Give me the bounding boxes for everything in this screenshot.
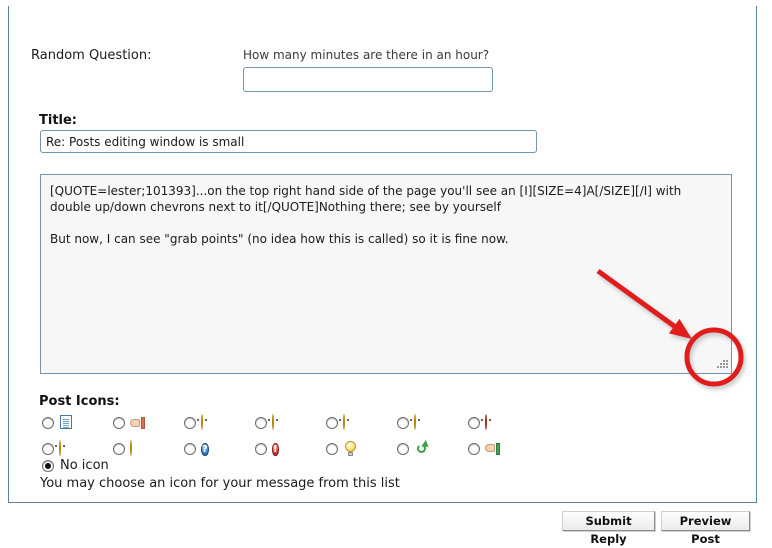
post-icon-option-document[interactable]	[42, 415, 75, 431]
post-icon-option-unsure[interactable]	[397, 415, 430, 431]
document-icon	[59, 415, 75, 431]
post-icon-option-angry[interactable]	[468, 415, 501, 431]
smiley-icon	[272, 415, 288, 431]
radio-exclamation[interactable]	[255, 443, 267, 455]
radio-angry[interactable]	[468, 417, 480, 429]
post-icon-option-thumbs-up[interactable]	[468, 441, 501, 457]
message-paragraph: But now, I can see "grab points" (no ide…	[50, 231, 722, 247]
message-textarea[interactable]: [QUOTE=lester;101393]...on the top right…	[40, 174, 732, 374]
title-input[interactable]	[40, 130, 537, 153]
radio-arrow[interactable]	[397, 443, 409, 455]
title-label: Title:	[39, 113, 77, 128]
textarea-resize-grip-icon[interactable]	[715, 357, 729, 371]
radio-big-grin[interactable]	[184, 417, 196, 429]
post-icon-option-thumbs-down[interactable]	[113, 415, 146, 431]
post-icons-row: ? !	[42, 441, 562, 462]
post-icon-option-smiley[interactable]	[255, 415, 288, 431]
green-arrow-icon	[414, 441, 430, 457]
post-icons-hint: You may choose an icon for your message …	[40, 476, 400, 491]
cool-sunglasses-icon	[130, 441, 146, 457]
post-icons-grid: ? !	[42, 415, 562, 462]
thumbs-up-icon	[485, 441, 501, 457]
post-icon-option-big-grin[interactable]	[184, 415, 217, 431]
preview-post-button[interactable]: Preview Post	[661, 511, 750, 531]
post-icons-label: Post Icons:	[39, 394, 120, 409]
question-icon: ?	[201, 441, 217, 457]
radio-document[interactable]	[42, 417, 54, 429]
post-icon-option-smile[interactable]	[42, 441, 75, 457]
random-question-input[interactable]	[243, 67, 493, 92]
radio-smile[interactable]	[42, 443, 54, 455]
random-question-row: Random Question: How many minutes are th…	[9, 36, 756, 98]
post-icon-option-question[interactable]: ?	[184, 441, 217, 457]
random-question-text: How many minutes are there in an hour?	[243, 48, 489, 62]
big-grin-icon	[201, 415, 217, 431]
radio-unsure[interactable]	[397, 417, 409, 429]
submit-reply-button[interactable]: Submit Reply	[562, 511, 655, 531]
post-icon-option-arrow[interactable]	[397, 441, 430, 457]
post-icon-option-lol[interactable]	[326, 415, 359, 431]
post-icon-option-no-icon[interactable]: No icon	[42, 458, 109, 473]
post-icon-option-lightbulb[interactable]	[326, 441, 359, 457]
radio-question[interactable]	[184, 443, 196, 455]
radio-no-icon[interactable]	[42, 460, 54, 472]
lol-grin-icon	[343, 415, 359, 431]
lightbulb-icon	[343, 441, 359, 457]
random-question-label: Random Question:	[31, 48, 151, 63]
radio-lol[interactable]	[326, 417, 338, 429]
message-form-panel: Random Question: How many minutes are th…	[8, 6, 757, 503]
post-icons-row	[42, 415, 562, 436]
radio-thumbs-up[interactable]	[468, 443, 480, 455]
post-icon-option-exclamation[interactable]: !	[255, 441, 288, 457]
radio-lightbulb[interactable]	[326, 443, 338, 455]
smile-icon	[59, 441, 75, 457]
angry-face-icon	[485, 415, 501, 431]
thumbs-down-icon	[130, 415, 146, 431]
radio-smiley[interactable]	[255, 417, 267, 429]
post-icon-option-cool[interactable]	[113, 441, 146, 457]
radio-thumbs-down[interactable]	[113, 417, 125, 429]
radio-cool[interactable]	[113, 443, 125, 455]
unsure-frown-icon	[414, 415, 430, 431]
message-paragraph: [QUOTE=lester;101393]...on the top right…	[50, 183, 722, 215]
no-icon-label: No icon	[60, 458, 109, 473]
exclamation-icon: !	[272, 441, 288, 457]
